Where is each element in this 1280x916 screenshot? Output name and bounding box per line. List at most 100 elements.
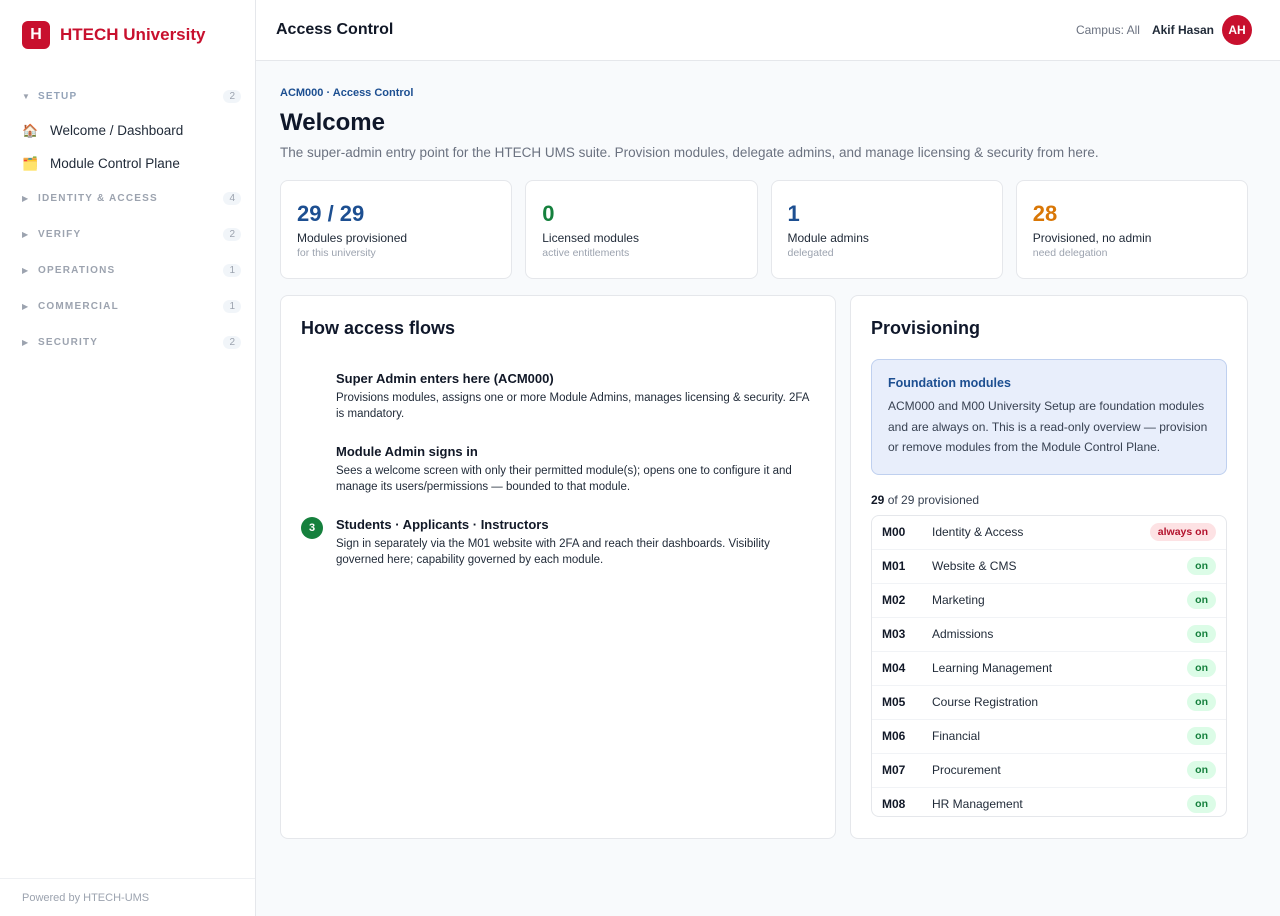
flow-step: 3 Students · Applicants · Instructors Sign… xyxy=(301,517,815,568)
folder-icon: 🗂️ xyxy=(22,155,39,171)
sidebar-section-setup[interactable]: ▼ SETUP 2 xyxy=(0,78,255,114)
module-status-badge: always on xyxy=(1149,523,1216,541)
module-name: Learning Management xyxy=(932,661,1053,675)
sidebar-section-label: IDENTITY & ACCESS xyxy=(38,192,158,204)
module-code: M08 xyxy=(882,797,906,811)
sidebar-section-security[interactable]: ▶ SECURITY 2 xyxy=(0,324,255,360)
sidebar-section-identity-access[interactable]: ▶ IDENTITY & ACCESS 4 xyxy=(0,180,255,216)
stat-label: Provisioned, no admin xyxy=(1032,231,1152,245)
flow-step-body: Students · Applicants · Instructors Sign … xyxy=(336,517,815,568)
module-code: M00 xyxy=(882,525,906,539)
sidebar-footer: Powered by HTECH-UMS xyxy=(0,878,255,916)
module-code: M05 xyxy=(882,695,906,709)
module-list[interactable]: M00 Identity & Access always on M01 Website … xyxy=(871,514,1227,817)
module-name: Admissions xyxy=(932,627,994,641)
flow-step-desc: Sign in separately via the M01 website w… xyxy=(336,538,770,566)
access-flow-panel: How access flows Super Admin enters here… xyxy=(280,295,836,839)
stat-card: 1 Module admins delegated xyxy=(770,180,1003,279)
module-name: Procurement xyxy=(932,763,1001,777)
module-code: M02 xyxy=(882,593,906,607)
provisioning-title: Provisioning xyxy=(871,318,981,338)
info-text: ACM000 and M00 University Setup are foun… xyxy=(888,399,1208,454)
module-status-badge: on xyxy=(1187,795,1216,813)
sidebar-section-count: 2 xyxy=(223,89,241,103)
sidebar-item-label: Module Control Plane xyxy=(50,156,180,171)
sidebar-item-welcome-dashboard[interactable]: 🏠 Welcome / Dashboard xyxy=(0,114,255,147)
module-row[interactable]: M03 Admissions on xyxy=(872,618,1226,652)
flow-step: Module Admin signs in Sees a welcome scre… xyxy=(301,444,815,495)
module-row[interactable]: M06 Financial on xyxy=(872,720,1226,754)
sidebar-section-label: OPERATIONS xyxy=(38,264,116,276)
stat-card: 29 / 29 Modules provisioned for this unive… xyxy=(280,180,513,279)
flow-step: Super Admin enters here (ACM000) Provisio… xyxy=(301,371,815,422)
sidebar-section-operations[interactable]: ▶ OPERATIONS 1 xyxy=(0,252,255,288)
sidebar-section-count: 2 xyxy=(223,227,241,241)
caret-down-icon: ▼ xyxy=(22,91,30,101)
flow-step-body: Module Admin signs in Sees a welcome scre… xyxy=(336,444,815,495)
module-row[interactable]: M01 Website & CMS on xyxy=(872,550,1226,584)
breadcrumb[interactable]: ACM000 · Access Control xyxy=(280,87,1248,99)
sidebar-nav: ▼ SETUP 2 🏠 Welcome / Dashboard 🗂️ Module Cont… xyxy=(0,70,255,360)
sidebar-section-count: 1 xyxy=(223,299,241,313)
info-title: Foundation modules xyxy=(888,376,1011,390)
module-code: M03 xyxy=(882,627,906,641)
module-status-badge: on xyxy=(1187,727,1216,745)
caret-right-icon: ▶ xyxy=(22,193,29,203)
sidebar-section-verify[interactable]: ▶ VERIFY 2 xyxy=(0,216,255,252)
stats-row: 29 / 29 Modules provisioned for this unive… xyxy=(280,180,1248,279)
module-code: M04 xyxy=(882,661,906,675)
module-row[interactable]: M08 HR Management on xyxy=(872,788,1226,816)
main-content: ACM000 · Access Control Welcome The supe… xyxy=(280,61,1248,839)
flow-step-desc: Provisions modules, assigns one or more … xyxy=(336,392,809,420)
stat-sub: for this university xyxy=(297,247,376,259)
user-name[interactable]: Akif Hasan xyxy=(1152,23,1214,37)
stat-label: Module admins xyxy=(787,231,869,245)
caret-right-icon: ▶ xyxy=(22,229,29,239)
sidebar-item-module-control-plane[interactable]: 🗂️ Module Control Plane xyxy=(0,147,255,180)
sidebar: H HTECH University ▼ SETUP 2 🏠 Welcome / Das… xyxy=(0,0,256,916)
sidebar-section-commercial[interactable]: ▶ COMMERCIAL 1 xyxy=(0,288,255,324)
module-status-badge: on xyxy=(1187,693,1216,711)
flow-step-body: Super Admin enters here (ACM000) Provisio… xyxy=(336,371,815,422)
module-name: Marketing xyxy=(932,593,985,607)
sidebar-section-count: 2 xyxy=(223,335,241,349)
sidebar-section-label: COMMERCIAL xyxy=(38,300,119,312)
module-row[interactable]: M02 Marketing on xyxy=(872,584,1226,618)
module-row[interactable]: M07 Procurement on xyxy=(872,754,1226,788)
avatar[interactable]: AH xyxy=(1222,15,1252,45)
stat-value: 29 / 29 xyxy=(297,201,365,226)
flow-step-marker: 3 xyxy=(301,517,336,568)
brand[interactable]: H HTECH University xyxy=(0,0,255,70)
stat-sub: active entitlements xyxy=(542,247,630,259)
module-name: Identity & Access xyxy=(932,525,1024,539)
foundation-info-box: Foundation modules ACM000 and M00 Univer… xyxy=(871,359,1227,475)
module-row[interactable]: M05 Course Registration on xyxy=(872,686,1226,720)
flow-step-desc: Sees a welcome screen with only their pe… xyxy=(336,465,792,493)
campus-selector[interactable]: Campus: All xyxy=(1076,23,1140,37)
sidebar-section-label: VERIFY xyxy=(38,228,82,240)
sidebar-section-count: 4 xyxy=(223,191,241,205)
stat-label: Modules provisioned xyxy=(297,231,408,245)
provisioned-count: 29 of 29 provisioned xyxy=(871,493,1227,507)
caret-right-icon: ▶ xyxy=(22,265,29,275)
flow-step-marker xyxy=(301,444,336,495)
brand-name: HTECH University xyxy=(60,25,206,44)
page-title: Welcome xyxy=(280,109,385,136)
module-row[interactable]: M00 Identity & Access always on xyxy=(872,516,1226,550)
stat-sub: need delegation xyxy=(1032,247,1108,259)
module-row[interactable]: M04 Learning Management on xyxy=(872,652,1226,686)
flow-step-title: Students · Applicants · Instructors xyxy=(336,517,549,532)
sidebar-item-label: Welcome / Dashboard xyxy=(50,123,184,138)
stat-label: Licensed modules xyxy=(542,231,639,245)
stat-value: 28 xyxy=(1032,201,1058,226)
provisioning-panel: Provisioning Foundation modules ACM000 a… xyxy=(850,295,1248,839)
sidebar-section-label: SETUP xyxy=(38,90,78,102)
topbar: Access Control Campus: All Akif Hasan AH xyxy=(256,0,1280,61)
access-flow-steps: Super Admin enters here (ACM000) Provisio… xyxy=(301,371,815,568)
module-name: HR Management xyxy=(932,797,1023,811)
provisioned-count-number: 29 xyxy=(871,492,885,507)
provisioned-count-text: of 29 provisioned xyxy=(884,492,980,507)
module-name: Financial xyxy=(932,729,981,743)
stat-sub: delegated xyxy=(787,247,834,259)
module-status-badge: on xyxy=(1187,591,1216,609)
